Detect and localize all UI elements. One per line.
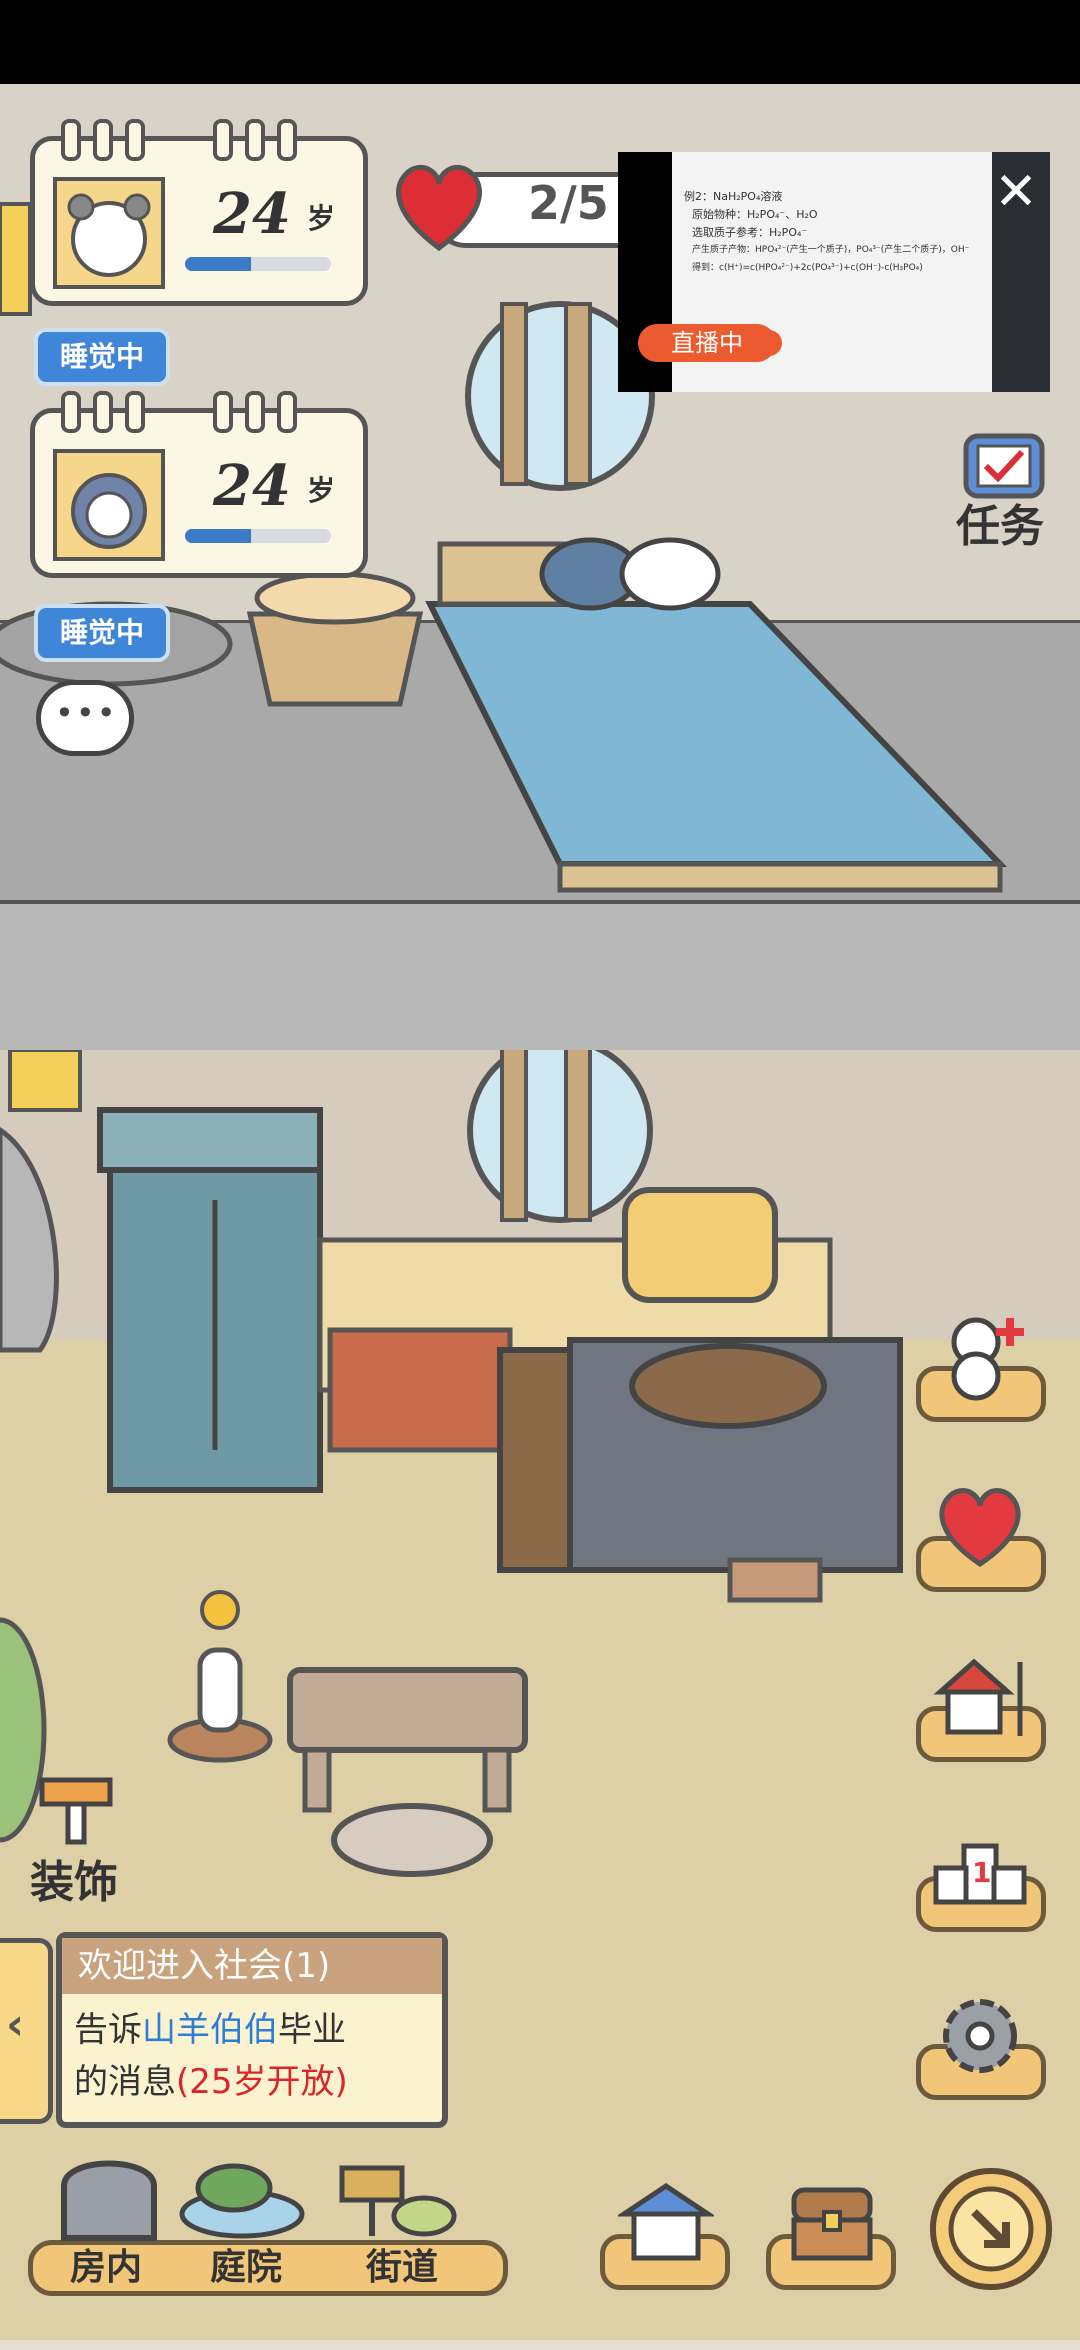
live-indicator-dot xyxy=(756,330,782,356)
age-value: 24 xyxy=(213,181,291,247)
age-progress-bar xyxy=(185,257,331,271)
quest-panel[interactable]: 欢迎进入社会(1) 告诉山羊伯伯毕业 的消息(25岁开放) xyxy=(56,1932,448,2128)
card-rings xyxy=(61,119,297,161)
character-card[interactable]: 24 岁 xyxy=(30,119,368,306)
add-friend-button[interactable] xyxy=(916,1312,1046,1422)
favorite-button[interactable] xyxy=(916,1482,1046,1592)
treasure-chest-icon xyxy=(791,2187,873,2261)
age-unit: 岁 xyxy=(307,474,336,507)
treasure-chest-button[interactable] xyxy=(766,2180,896,2290)
street-sign-icon[interactable] xyxy=(328,2158,458,2238)
gear-icon xyxy=(943,1999,1017,2073)
heart-count: 2/5 xyxy=(528,176,609,230)
nav-item-room[interactable]: 房内 xyxy=(70,2238,142,2290)
floor-cushion xyxy=(331,1803,493,1877)
house-shop-button[interactable] xyxy=(600,2180,730,2290)
ranking-button[interactable]: 1 xyxy=(916,1822,1046,1932)
chevron-left-icon: ‹ xyxy=(6,1999,25,2050)
quest-unlock-age: (25岁开放) xyxy=(176,2062,348,2102)
age-progress-bar xyxy=(185,529,331,543)
hedgehog-avatar xyxy=(53,449,165,561)
quest-collapse-button[interactable]: ‹ xyxy=(0,1938,53,2124)
house-mailbox-icon xyxy=(933,1658,1023,1736)
settings-button[interactable] xyxy=(916,1990,1046,2100)
close-icon[interactable]: ✕ xyxy=(988,164,1044,220)
quest-description-line: 告诉山羊伯伯毕业 xyxy=(74,2010,346,2050)
hamster-avatar xyxy=(53,177,165,289)
screen-line: 原始物种：H₂PO₄⁻、H₂O xyxy=(692,208,818,221)
exit-button[interactable] xyxy=(930,2168,1052,2290)
stool xyxy=(727,1557,823,1603)
quest-description-line: 的消息(25岁开放) xyxy=(74,2062,348,2102)
paint-brush-icon[interactable] xyxy=(38,1776,116,1846)
bed xyxy=(425,537,1008,893)
garden-icon[interactable] xyxy=(178,2160,308,2240)
round-window-lower xyxy=(467,1050,653,1223)
low-table xyxy=(287,1667,528,1813)
podium-icon: 1 xyxy=(933,1843,1027,1905)
stump-table xyxy=(246,571,424,707)
quest-title: 欢迎进入社会(1) xyxy=(62,1938,442,1994)
quest-highlight-character: 山羊伯伯 xyxy=(142,2010,278,2050)
decorate-button-label[interactable]: 装饰 xyxy=(30,1846,118,1910)
heart-icon xyxy=(939,1488,1021,1568)
screen-line: 选取质子参考：H₂PO₄⁻ xyxy=(692,226,808,239)
wardrobe xyxy=(97,1107,323,1493)
status-bar xyxy=(0,0,1080,84)
age-value: 24 xyxy=(213,453,291,519)
nav-item-street[interactable]: 街道 xyxy=(366,2238,438,2290)
stove xyxy=(567,1337,903,1573)
screen-line: 例2：NaH₂PO₄溶液 xyxy=(684,190,783,203)
sleeping-status-badge[interactable]: 睡觉中 xyxy=(34,604,170,662)
screen-line: 得到：c(H⁺)=c(HPO₄²⁻)+2c(PO₄³⁻)+c(OH⁻)-c(H₃… xyxy=(692,263,923,273)
live-stream-window[interactable]: 例2：NaH₂PO₄溶液 原始物种：H₂PO₄⁻、H₂O 选取质子参考：H₂PO… xyxy=(618,152,1050,392)
arrow-down-right-icon xyxy=(948,2186,1034,2272)
stone-fireplace xyxy=(0,1126,59,1353)
sleeping-status-badge[interactable]: 睡觉中 xyxy=(34,328,170,386)
chat-button[interactable]: ••• xyxy=(36,680,134,756)
house-icon xyxy=(618,2182,714,2261)
screen-line: 产生质子产物：HPO₄²⁻(产生一个质子)，PO₄³⁻(产生二个质子)，OH⁻ xyxy=(692,245,970,255)
panda-add-icon xyxy=(951,1317,1024,1401)
heart-icon xyxy=(396,164,482,252)
room-door-icon[interactable] xyxy=(54,2146,164,2242)
folded-blanket xyxy=(622,1187,778,1303)
task-button-label[interactable]: 任务 xyxy=(956,490,1044,554)
svg-text:1: 1 xyxy=(972,1856,991,1889)
flower-vase xyxy=(167,1590,273,1763)
character-card[interactable]: 24 岁 xyxy=(30,391,368,578)
nav-item-garden[interactable]: 庭院 xyxy=(210,2238,282,2290)
ellipsis-icon: ••• xyxy=(55,694,118,732)
home-button[interactable] xyxy=(916,1652,1046,1762)
age-unit: 岁 xyxy=(307,202,336,235)
card-rings xyxy=(61,391,297,433)
wall-lamp xyxy=(0,202,32,316)
floor-lamp xyxy=(8,1050,82,1112)
